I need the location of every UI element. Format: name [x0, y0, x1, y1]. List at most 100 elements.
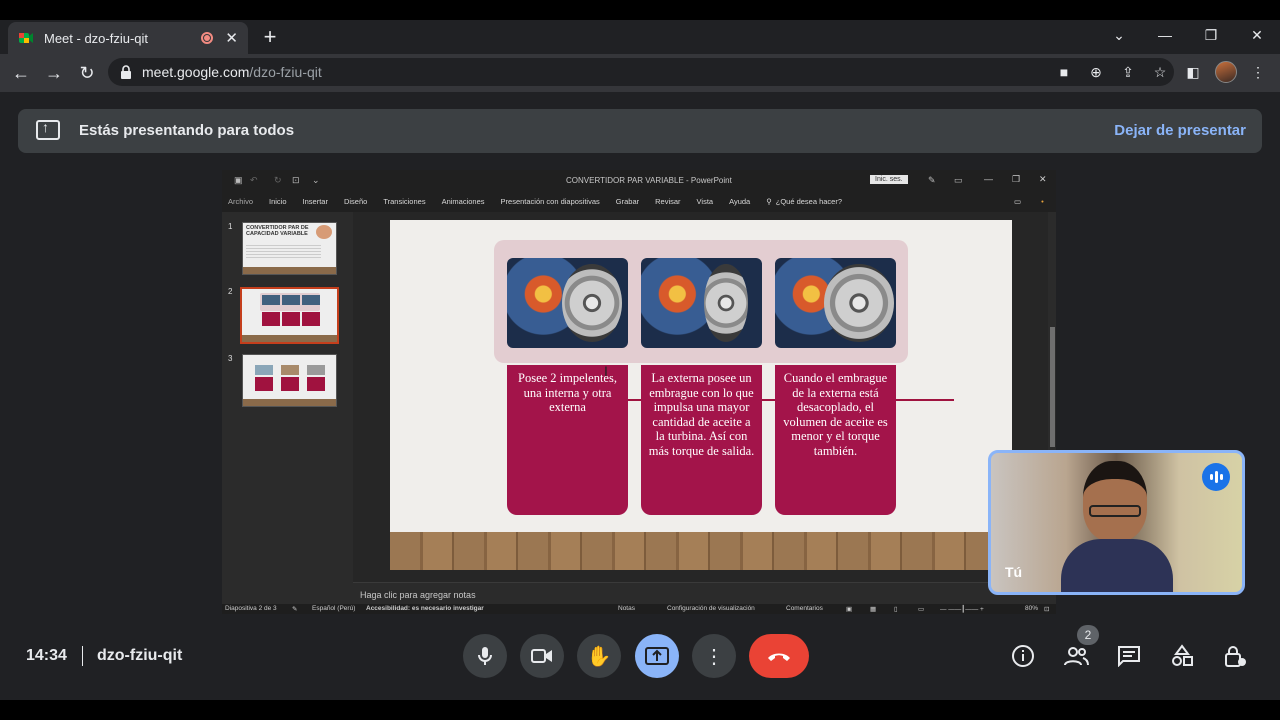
- fit-slide-icon: ⊡: [1044, 606, 1050, 613]
- undo-icon: ↶: [250, 175, 258, 185]
- ppt-menu-insertar: Insertar: [302, 196, 328, 206]
- slide-thumbnails-pane: 1 CONVERTIDOR PAR DE CAPACIDAD VARIABLE …: [222, 212, 352, 604]
- zoom-icon[interactable]: ⊕: [1084, 60, 1108, 84]
- thumb-floor: [243, 399, 336, 406]
- reading-view-icon: ▯: [894, 606, 898, 613]
- recording-indicator-icon: [201, 32, 214, 44]
- sorter-view-icon: ▦: [870, 606, 877, 613]
- video-camera-icon: [531, 649, 552, 663]
- tab-search-icon[interactable]: ⌄: [1104, 24, 1134, 46]
- more-options-button[interactable]: ⋮: [692, 634, 736, 678]
- slide-text-card: Posee 2 impelentes, una interna y otra e…: [507, 365, 628, 515]
- status-display-settings: Configuración de visualización: [667, 605, 755, 612]
- thumb-floor: [243, 267, 336, 274]
- ppt-menu-inicio: Inicio: [269, 196, 287, 206]
- bookmark-star-icon[interactable]: ☆: [1148, 60, 1172, 84]
- present-screen-icon: [645, 647, 669, 665]
- thumb-image: [282, 295, 300, 305]
- lightbulb-icon: ⚲: [766, 196, 772, 206]
- present-now-button[interactable]: [635, 634, 679, 678]
- browser-menu-icon[interactable]: ⋮: [1246, 60, 1270, 84]
- thumb-card: [255, 377, 273, 391]
- normal-view-icon: ▣: [846, 606, 853, 613]
- microphone-icon: [478, 647, 492, 665]
- browser-tab[interactable]: Meet - dzo-fziu-qit ✕: [8, 22, 248, 54]
- customize-toolbar-icon: ⌄: [312, 175, 320, 185]
- stop-presenting-button[interactable]: Dejar de presentar: [1114, 122, 1246, 139]
- more-vert-icon: ⋮: [704, 645, 724, 668]
- torque-converter-image: [775, 258, 896, 348]
- camera-button[interactable]: [520, 634, 564, 678]
- hand-icon: ✋: [586, 645, 612, 668]
- slide-thumbnail-3: [242, 354, 337, 407]
- notification-dot-icon: •: [1041, 196, 1044, 206]
- torque-converter-image: [641, 258, 762, 348]
- thumb-card: [282, 312, 300, 326]
- ppt-menu-grabar: Grabar: [615, 196, 640, 206]
- comments-icon: ▭: [1014, 196, 1022, 206]
- slide-thumbnail-1: CONVERTIDOR PAR DE CAPACIDAD VARIABLE: [242, 222, 337, 275]
- reload-icon[interactable]: ↻: [74, 60, 100, 86]
- current-slide: Posee 2 impelentes, una interna y otra e…: [390, 220, 1012, 570]
- activities-icon[interactable]: [1168, 642, 1196, 670]
- thumb-number: 1: [228, 222, 233, 231]
- lock-icon: [120, 65, 132, 79]
- ppt-menu-presentacion: Presentación con diapositivas: [500, 196, 600, 206]
- thumb-image: [262, 295, 280, 305]
- raise-hand-button[interactable]: ✋: [577, 634, 621, 678]
- ppt-tell-me: ¿Qué desea hacer?: [775, 196, 843, 206]
- minimize-icon[interactable]: —: [1150, 24, 1180, 46]
- ppt-ribbon-tabs: Archivo Inicio Insertar Diseño Transicio…: [222, 190, 1056, 212]
- ppt-menu-transiciones: Transiciones: [383, 196, 426, 206]
- thumb-image: [281, 365, 299, 375]
- self-view-tile[interactable]: Tú: [988, 450, 1245, 595]
- camera-icon[interactable]: ■: [1052, 60, 1076, 84]
- host-controls-icon[interactable]: [1221, 642, 1249, 670]
- restore-icon[interactable]: ❐: [1196, 24, 1226, 46]
- spellcheck-icon: ✎: [292, 606, 298, 613]
- profile-avatar[interactable]: [1215, 61, 1237, 83]
- address-bar[interactable]: meet.google.com/dzo-fziu-qit: [108, 58, 1174, 86]
- share-icon[interactable]: ⇪: [1116, 60, 1140, 84]
- ppt-menu-diseno: Diseño: [343, 196, 368, 206]
- status-accessibility: Accesibilidad: es necesario investigar: [366, 605, 484, 612]
- thumb-image: [316, 225, 332, 239]
- presenting-banner: Estás presentando para todos Dejar de pr…: [18, 109, 1262, 153]
- thumb-image: [255, 365, 273, 375]
- ppt-window-title: CONVERTIDOR PAR VARIABLE - PowerPoint: [566, 176, 732, 185]
- tab-close-icon[interactable]: ✕: [225, 29, 238, 47]
- new-tab-button[interactable]: +: [258, 24, 282, 50]
- chat-icon[interactable]: [1115, 642, 1143, 670]
- url-host: meet.google.com: [142, 64, 250, 80]
- url-path: /dzo-fziu-qit: [249, 64, 322, 80]
- thumb-card: [302, 312, 320, 326]
- bottom-letterbox: [0, 700, 1280, 720]
- status-comments: Comentarios: [786, 605, 823, 612]
- ppt-minimize-icon: —: [984, 174, 993, 184]
- meeting-details-icon[interactable]: [1009, 642, 1037, 670]
- microphone-button[interactable]: [463, 634, 507, 678]
- torque-converter-image: [507, 258, 628, 348]
- participant-video: [1061, 461, 1173, 592]
- divider: [82, 646, 83, 666]
- thumb-image: [302, 295, 320, 305]
- zoom-slider: — ——┃—— +: [940, 606, 984, 613]
- meeting-code: dzo-fziu-qit: [97, 647, 183, 664]
- people-icon[interactable]: [1062, 642, 1090, 670]
- thumb-card: [262, 312, 280, 326]
- back-icon[interactable]: ←: [8, 60, 34, 86]
- slide-text-card: Cuando el embrague de la externa está de…: [775, 365, 896, 515]
- close-window-icon[interactable]: ✕: [1242, 24, 1272, 46]
- ppt-restore-icon: ❐: [1012, 174, 1021, 184]
- side-panel-icon[interactable]: ◧: [1181, 60, 1205, 84]
- ppt-menu-animaciones: Animaciones: [441, 196, 485, 206]
- leave-call-button[interactable]: [749, 634, 809, 678]
- forward-icon[interactable]: →: [41, 60, 67, 86]
- text-cursor-icon: I: [604, 363, 608, 379]
- thumb-card: [281, 377, 299, 391]
- ppt-signin-button: Inic. ses.: [870, 175, 908, 184]
- status-notes: Notas: [618, 605, 635, 612]
- start-slideshow-icon: ⊡: [292, 175, 300, 185]
- ppt-menu-vista: Vista: [696, 196, 714, 206]
- status-language: Español (Perú): [312, 605, 356, 612]
